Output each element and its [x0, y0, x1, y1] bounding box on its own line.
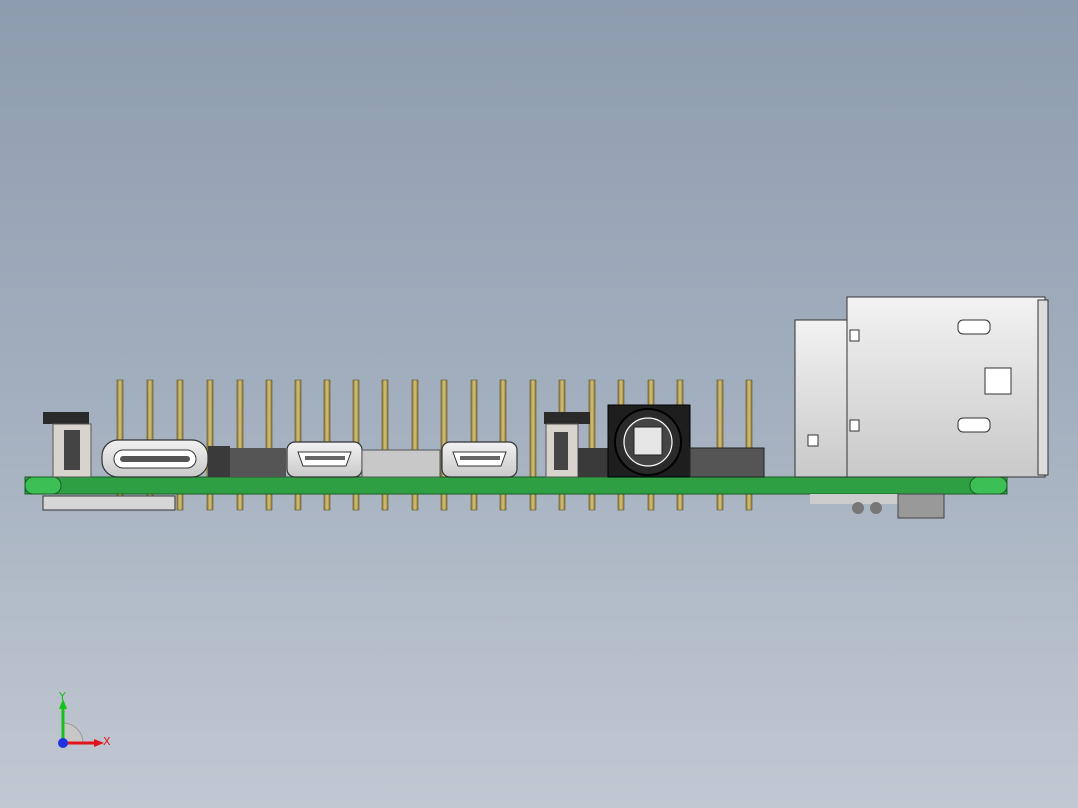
audio-jack	[607, 404, 691, 478]
latch-icon	[849, 329, 860, 342]
micro-hdmi-port-0	[286, 441, 363, 478]
led-bracket	[897, 493, 945, 519]
led-icon	[870, 502, 882, 514]
coordinate-triad: Y X	[58, 690, 111, 748]
latch-icon	[957, 417, 991, 433]
micro-hdmi-port-1	[441, 441, 518, 478]
smd-component	[578, 448, 608, 477]
smd-component	[230, 448, 286, 477]
pcb-board	[24, 476, 1008, 495]
triad-x-label: X	[103, 735, 111, 748]
smd-component	[361, 449, 441, 478]
latch-icon	[984, 367, 1012, 395]
latch-icon	[957, 319, 991, 335]
cad-viewport[interactable]: Y X	[0, 0, 1078, 808]
smd-component	[208, 446, 230, 477]
raspberry-pi-side-view-model[interactable]: Y X	[0, 0, 1078, 808]
left-standoff-component	[43, 412, 92, 478]
small-header	[689, 447, 765, 478]
triad-y-label: Y	[58, 690, 66, 703]
latch-icon	[849, 419, 860, 432]
led-icon	[852, 502, 864, 514]
usb-c-port	[101, 439, 209, 478]
latch-icon	[807, 434, 819, 447]
sd-card-slot	[42, 495, 176, 511]
